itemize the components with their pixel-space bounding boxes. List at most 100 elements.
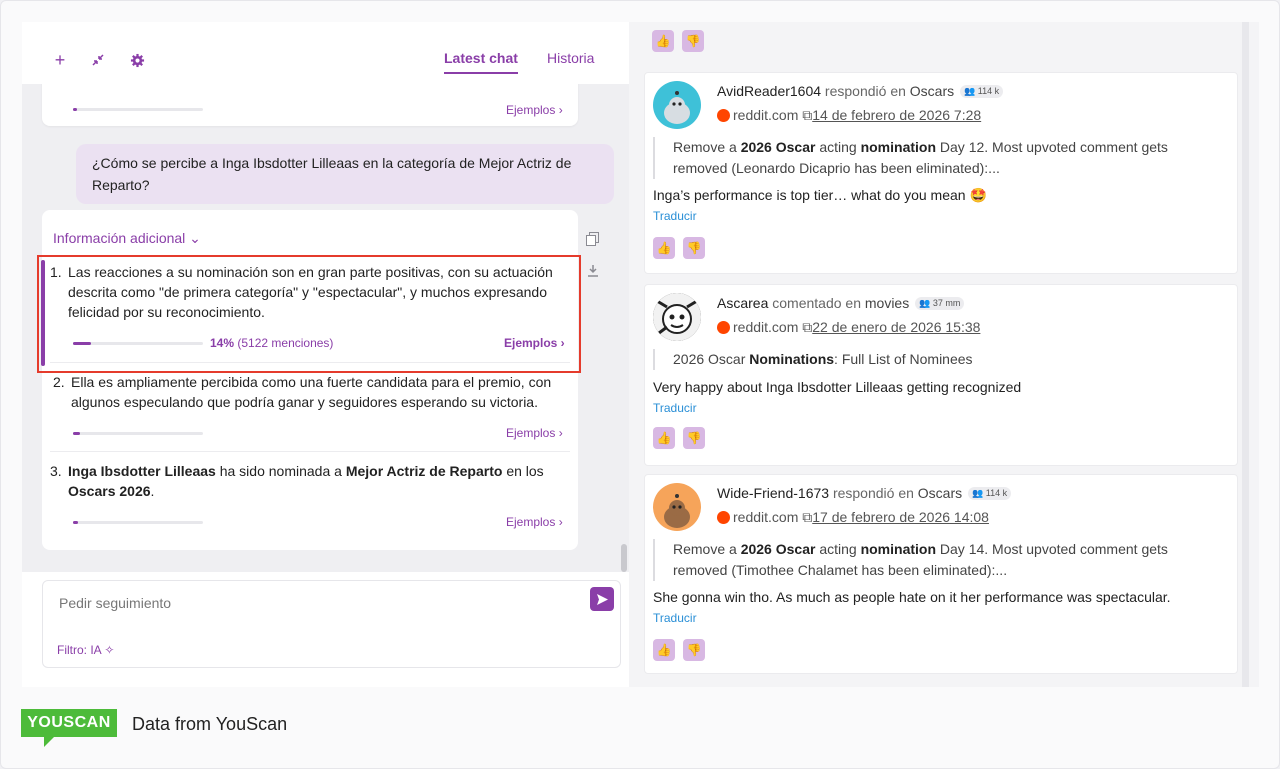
plain-text: Day 12. Most upvoted comment gets [936,139,1168,155]
channel-name[interactable]: Oscars [910,83,954,99]
plain-text: Remove a [673,139,741,155]
bold-text: Oscars 2026 [68,483,151,499]
mentions-panel[interactable]: 👍 👎 AvidReader1604 respondió en Oscars 👥… [629,22,1259,687]
plain-text: en los [502,463,544,479]
divider [50,451,570,452]
percentage-value: 14% [210,336,235,350]
translate-link[interactable]: Traducir [653,209,697,223]
list-item[interactable]: 3. Inga Ibsdotter Lilleaas ha sido nomin… [50,461,570,503]
chat-scrollbar[interactable] [621,544,627,572]
post-action: respondió en [821,83,910,99]
plain-text: acting [815,139,861,155]
chat-panel: + Latest chat Historia Ejemplos › ¿Cómo … [22,22,629,687]
youscan-logo: YOUSCAN [21,709,117,737]
list-item[interactable]: 1. Las reacciones a su nominación son en… [50,262,570,324]
mentions-scrollbar[interactable] [1242,22,1249,687]
item-text-line: descrita como "de primera categoría" y "… [68,284,547,300]
bold-text: Inga Ibsdotter Lilleaas [68,463,216,479]
audience-badge: 👥 114 k [960,85,1004,98]
download-icon[interactable] [587,264,599,280]
bold-text: 2026 Oscar [740,541,816,557]
thumbs-up-icon[interactable]: 👍 [653,237,675,259]
send-icon [596,593,608,605]
thumbs-down-icon[interactable]: 👎 [683,639,705,661]
item-text-line: Oscars 2026. [68,481,544,501]
mention-share-bar [73,432,203,435]
item-text-line: felicidad por su reconocimiento. [68,304,265,320]
item-text: Las reacciones a su nominación son en gr… [68,262,553,322]
parent-post-quote: Remove a 2026 Oscar acting nomination Da… [653,137,1213,179]
post-text: She gonna win tho. As much as people hat… [653,589,1171,605]
post-text: Inga’s performance is top tier… what do … [653,187,987,203]
post-author-line: AvidReader1604 respondió en Oscars 👥 114… [717,83,1004,99]
ejemplos-link[interactable]: Ejemplos › [506,515,563,529]
post-action: comentado en [768,295,865,311]
audience-count: 37 mm [932,298,961,308]
footer-credit: Data from YouScan [132,714,288,734]
ejemplos-link[interactable]: Ejemplos › [506,426,563,440]
mention-share-fill [73,521,79,524]
author-name[interactable]: Ascarea [717,295,768,311]
list-item[interactable]: 2. Ella es ampliamente percibida como un… [53,372,573,414]
collapse-icon[interactable] [88,50,108,70]
mention-card: Ascarea comentado en movies 👥 37 mm redd… [644,284,1238,466]
copy-icon[interactable] [586,232,599,249]
avatar [653,483,701,531]
item-text-line: algunos especulando que podría ganar y s… [71,394,538,410]
post-source: reddit.com ⧉17 de febrero de 2026 14:08 [717,509,989,526]
mention-share-bar [73,342,203,345]
item-number: 1. [50,264,62,280]
post-author-line: Ascarea comentado en movies 👥 37 mm [717,295,965,311]
bold-text: nomination [860,541,937,557]
translate-link[interactable]: Traducir [653,401,697,415]
thumbs-up-icon[interactable]: 👍 [653,639,675,661]
item-text: Inga Ibsdotter Lilleaas ha sido nominada… [68,461,544,501]
mention-count: (5122 menciones) [237,336,334,350]
audience-badge: 👥 37 mm [915,297,965,310]
post-date-link[interactable]: 22 de enero de 2026 15:38 [812,319,980,335]
info-header[interactable]: Información adicional ⌄ [53,230,201,247]
avatar [653,293,701,341]
chat-scroll-area[interactable]: Ejemplos › ¿Cómo se percibe a Inga Ibsdo… [22,84,629,572]
send-button[interactable] [590,587,614,611]
post-date-link[interactable]: 14 de febrero de 2026 7:28 [812,107,981,123]
post-action: respondió en [829,485,918,501]
reddit-icon [717,511,730,524]
plain-text: Remove a [673,541,741,557]
channel-name[interactable]: movies [865,295,909,311]
tab-latest-chat[interactable]: Latest chat [444,50,518,74]
previous-answer-card: Ejemplos › [42,84,578,126]
author-name[interactable]: AvidReader1604 [717,83,821,99]
avatar [653,81,701,129]
post-source: reddit.com ⧉14 de febrero de 2026 7:28 [717,107,981,124]
translate-link[interactable]: Traducir [653,611,697,625]
mention-share-fill [73,108,77,111]
item-text-line: Inga Ibsdotter Lilleaas ha sido nominada… [68,461,544,481]
mention-share-bar [73,521,203,524]
author-name[interactable]: Wide-Friend-1673 [717,485,829,501]
reddit-icon [717,109,730,122]
plain-text: Day 14. Most upvoted comment gets [936,541,1168,557]
thumbs-down-icon[interactable]: 👎 [683,237,705,259]
plain-text: ha sido nominada a [215,463,346,479]
gear-icon[interactable] [127,50,147,70]
thumbs-down-icon[interactable]: 👎 [682,30,704,52]
quote-line: removed (Leonardo Dicaprio has been elim… [673,160,1000,176]
source-name: reddit.com [733,319,799,335]
tab-historia[interactable]: Historia [547,50,594,66]
channel-name[interactable]: Oscars [918,485,962,501]
thumbs-down-icon[interactable]: 👎 [683,427,705,449]
follow-up-input[interactable] [59,595,559,611]
ejemplos-link[interactable]: Ejemplos › [504,336,565,350]
post-date-link[interactable]: 17 de febrero de 2026 14:08 [812,509,989,525]
follow-up-input-box: Filtro: IA ✧ [42,580,621,668]
ejemplos-link[interactable]: Ejemplos › [506,103,563,117]
bold-text: Nominations [749,351,835,367]
mention-share-bar [73,108,203,111]
filter-label: Filtro: IA [57,643,102,657]
plus-icon[interactable]: + [50,50,70,70]
thumbs-up-icon[interactable]: 👍 [652,30,674,52]
filter-toggle[interactable]: Filtro: IA ✧ [57,643,114,657]
item-text-line: Las reacciones a su nominación son en gr… [68,264,553,280]
thumbs-up-icon[interactable]: 👍 [653,427,675,449]
